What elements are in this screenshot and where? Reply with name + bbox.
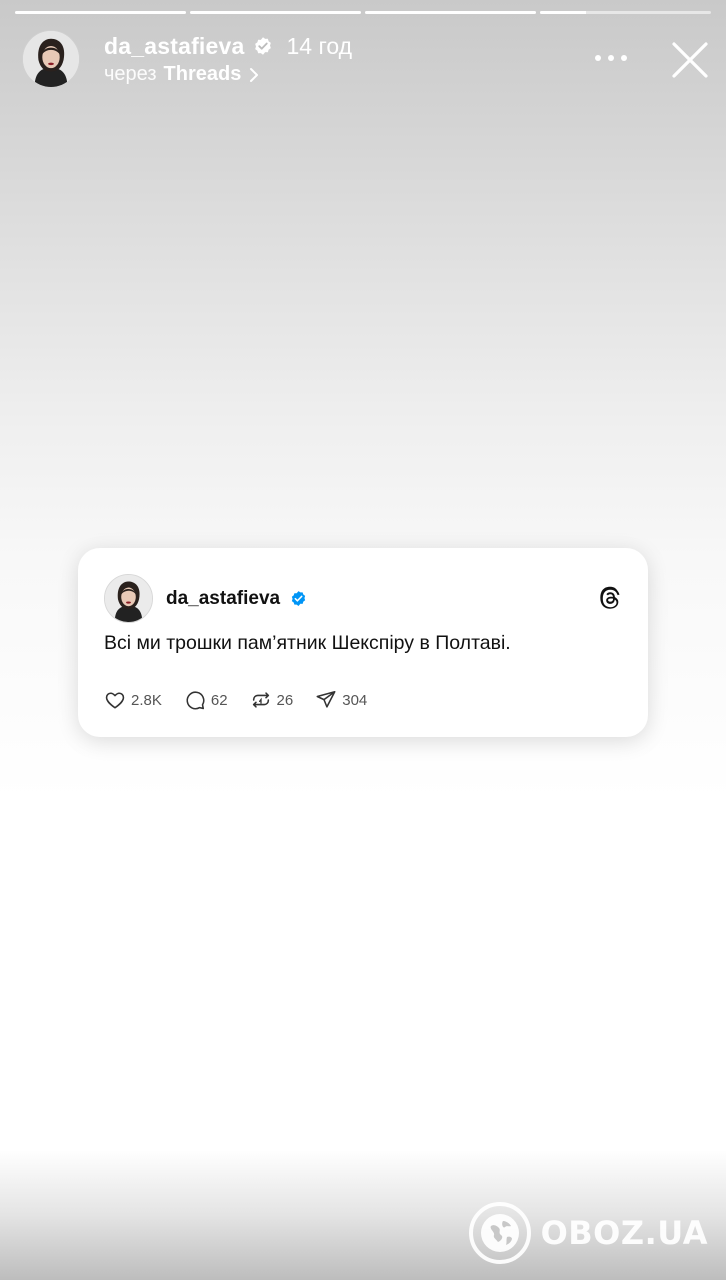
comment-icon <box>186 691 205 710</box>
post-username[interactable]: da_astafieva <box>166 588 280 610</box>
via-threads-link[interactable]: через Threads <box>104 63 259 86</box>
globe-logo-icon <box>468 1202 531 1264</box>
threads-post-card[interactable]: da_astafieva Всі ми трошки пам’ятник Шек… <box>78 548 648 737</box>
watermark: OBOZ.UA <box>468 1202 708 1264</box>
reply-count: 62 <box>210 691 228 709</box>
story-header: da_astafieva 14 год через Threads <box>22 30 710 90</box>
watermark-text: OBOZ.UA <box>540 1214 708 1252</box>
via-app-name: Threads <box>163 63 242 85</box>
story-username[interactable]: da_astafieva <box>104 33 245 60</box>
verified-badge-icon <box>254 37 271 55</box>
share-count: 304 <box>342 691 368 709</box>
repost-count: 26 <box>276 691 294 709</box>
more-icon[interactable] <box>594 52 628 64</box>
story-progress-bar <box>15 11 711 14</box>
progress-segment <box>540 11 711 14</box>
share-icon <box>316 690 336 708</box>
verified-badge-icon <box>291 591 306 606</box>
like-button[interactable]: 2.8K <box>104 689 162 711</box>
repost-button[interactable]: 26 <box>250 689 294 711</box>
progress-segment <box>365 11 536 14</box>
like-count: 2.8K <box>131 691 162 709</box>
close-icon[interactable] <box>670 40 710 80</box>
repost-icon <box>252 692 269 708</box>
post-stats: 2.8K 62 26 304 <box>104 689 389 711</box>
post-text: Всі ми трошки пам’ятник Шекспіру в Полта… <box>104 632 511 654</box>
reply-button[interactable]: 62 <box>184 689 228 711</box>
story-time: 14 год <box>286 32 353 59</box>
progress-segment <box>15 11 186 14</box>
via-label: через <box>104 63 157 85</box>
chevron-right-icon <box>250 67 259 82</box>
avatar[interactable] <box>22 30 80 88</box>
heart-icon <box>105 692 125 709</box>
progress-segment <box>190 11 361 14</box>
share-button[interactable]: 304 <box>315 689 367 711</box>
post-avatar[interactable] <box>104 574 153 623</box>
threads-logo-icon <box>600 586 620 609</box>
